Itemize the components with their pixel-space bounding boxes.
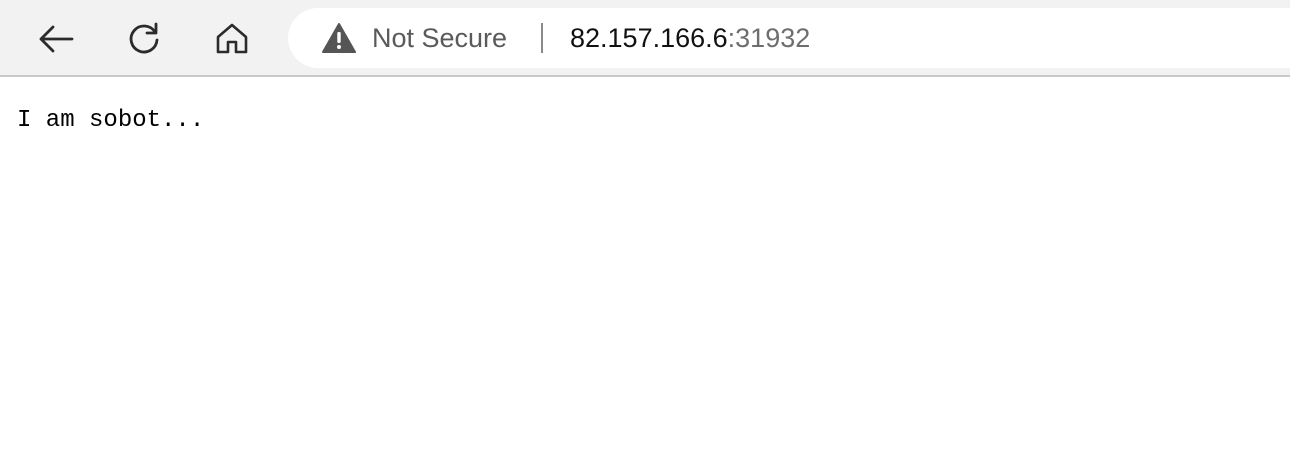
warning-triangle-icon[interactable] bbox=[322, 22, 356, 54]
address-separator bbox=[541, 23, 543, 53]
home-icon bbox=[216, 23, 248, 54]
home-button[interactable] bbox=[210, 17, 254, 61]
reload-button[interactable] bbox=[122, 17, 166, 61]
url-text[interactable]: 82.157.166.6:31932 bbox=[570, 8, 810, 68]
back-button[interactable] bbox=[34, 17, 78, 61]
page-content: I am sobot... bbox=[0, 79, 1290, 470]
browser-toolbar: Not Secure 82.157.166.6:31932 bbox=[0, 0, 1290, 77]
url-host: 82.157.166.6 bbox=[570, 23, 728, 53]
page-body-text: I am sobot... bbox=[17, 107, 205, 134]
url-port: :31932 bbox=[727, 23, 811, 53]
address-bar[interactable]: Not Secure 82.157.166.6:31932 bbox=[288, 8, 1290, 68]
reload-icon bbox=[129, 22, 159, 54]
back-arrow-icon bbox=[39, 25, 74, 53]
security-status-label[interactable]: Not Secure bbox=[372, 8, 507, 68]
